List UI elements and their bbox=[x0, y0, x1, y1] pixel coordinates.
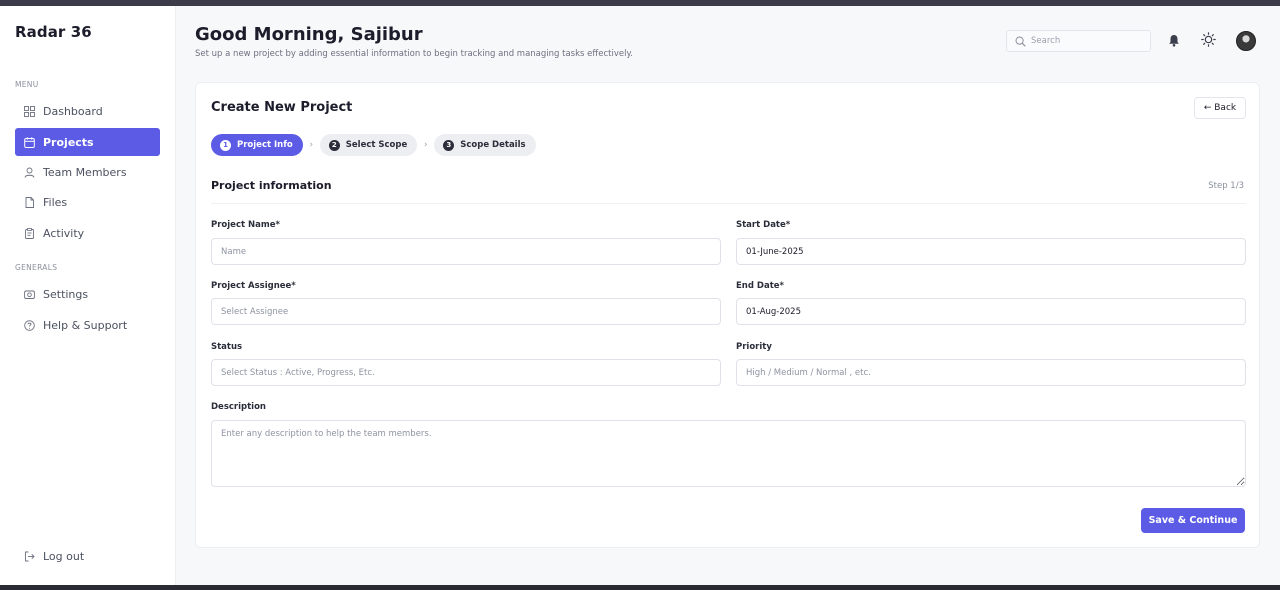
clipboard-icon bbox=[23, 227, 35, 239]
grid-icon bbox=[23, 105, 35, 117]
menu-section-label: MENU bbox=[15, 80, 39, 89]
sidebar-item-label: Help & Support bbox=[43, 318, 128, 332]
page-subtitle: Set up a new project by adding essential… bbox=[195, 49, 633, 59]
end-date-input[interactable] bbox=[736, 298, 1246, 325]
stepper: 1 Project Info › 2 Select Scope › 3 Scop… bbox=[211, 134, 536, 156]
assignee-select[interactable] bbox=[211, 298, 721, 325]
page-title: Good Morning, Sajibur bbox=[195, 24, 423, 45]
generals-section-label: GENERALS bbox=[15, 263, 58, 272]
sidebar-item-help-support[interactable]: Help & Support bbox=[15, 311, 160, 339]
user-icon bbox=[23, 166, 35, 178]
step-counter: Step 1/3 bbox=[1208, 181, 1244, 191]
search-icon bbox=[1015, 32, 1026, 51]
logout-button[interactable]: Log out bbox=[15, 542, 160, 570]
sidebar: Radar 36 MENU Dashboard Projects Team Me… bbox=[0, 6, 176, 585]
project-name-input[interactable] bbox=[211, 238, 721, 265]
window-bottom-bar bbox=[0, 585, 1280, 590]
sun-icon bbox=[1200, 31, 1216, 51]
sidebar-item-projects[interactable]: Projects bbox=[15, 128, 160, 156]
sidebar-item-label: Activity bbox=[43, 226, 85, 240]
description-textarea[interactable] bbox=[211, 420, 1246, 487]
sidebar-item-settings[interactable]: Settings bbox=[15, 280, 160, 308]
logout-icon bbox=[23, 550, 35, 562]
step-label: Scope Details bbox=[460, 140, 526, 150]
help-icon bbox=[23, 319, 35, 331]
divider bbox=[211, 203, 1246, 204]
file-icon bbox=[23, 196, 35, 208]
sidebar-item-label: Team Members bbox=[43, 165, 127, 179]
project-name-label: Project Name* bbox=[211, 220, 280, 230]
description-label: Description bbox=[211, 402, 266, 412]
sidebar-item-label: Files bbox=[43, 195, 68, 209]
sidebar-item-files[interactable]: Files bbox=[15, 188, 160, 216]
step-number: 1 bbox=[220, 139, 231, 151]
start-date-label: Start Date* bbox=[736, 220, 791, 230]
sidebar-item-label: Projects bbox=[43, 135, 94, 149]
status-label: Status bbox=[211, 342, 243, 352]
sidebar-item-dashboard[interactable]: Dashboard bbox=[15, 97, 160, 125]
theme-toggle-button[interactable] bbox=[1199, 31, 1217, 51]
sidebar-item-team-members[interactable]: Team Members bbox=[15, 158, 160, 186]
sidebar-item-activity[interactable]: Activity bbox=[15, 219, 160, 247]
end-date-label: End Date* bbox=[736, 281, 784, 291]
chevron-right-icon: › bbox=[423, 140, 428, 150]
step-number: 3 bbox=[443, 139, 455, 151]
main-content: Good Morning, Sajibur Set up a new proje… bbox=[176, 6, 1280, 585]
sidebar-item-label: Dashboard bbox=[43, 104, 103, 118]
logout-label: Log out bbox=[43, 549, 85, 563]
bell-icon bbox=[1168, 32, 1180, 51]
chevron-right-icon: › bbox=[309, 140, 314, 150]
step-project-info[interactable]: 1 Project Info bbox=[211, 134, 303, 156]
notification-button[interactable] bbox=[1165, 32, 1183, 50]
step-number: 2 bbox=[328, 139, 340, 151]
card-title: Create New Project bbox=[211, 100, 353, 115]
search-input[interactable] bbox=[1031, 36, 1141, 46]
step-label: Select Scope bbox=[345, 140, 408, 150]
start-date-input[interactable] bbox=[736, 238, 1246, 265]
step-select-scope[interactable]: 2 Select Scope bbox=[319, 134, 418, 156]
priority-select[interactable] bbox=[736, 359, 1246, 386]
camera-icon bbox=[23, 288, 35, 300]
status-select[interactable] bbox=[211, 359, 721, 386]
search-box[interactable] bbox=[1006, 30, 1151, 52]
step-label: Project Info bbox=[237, 140, 293, 150]
avatar[interactable] bbox=[1236, 31, 1256, 51]
priority-label: Priority bbox=[736, 342, 772, 352]
calendar-icon bbox=[23, 136, 35, 148]
sidebar-item-label: Settings bbox=[43, 287, 89, 301]
back-button[interactable]: ← Back bbox=[1194, 97, 1246, 119]
brand-logo: Radar 36 bbox=[15, 23, 92, 41]
section-title: Project information bbox=[211, 179, 332, 192]
save-continue-button[interactable]: Save & Continue bbox=[1141, 508, 1245, 533]
assignee-label: Project Assignee* bbox=[211, 281, 296, 291]
create-project-card: Create New Project ← Back 1 Project Info… bbox=[195, 82, 1260, 548]
step-scope-details[interactable]: 3 Scope Details bbox=[434, 134, 536, 156]
